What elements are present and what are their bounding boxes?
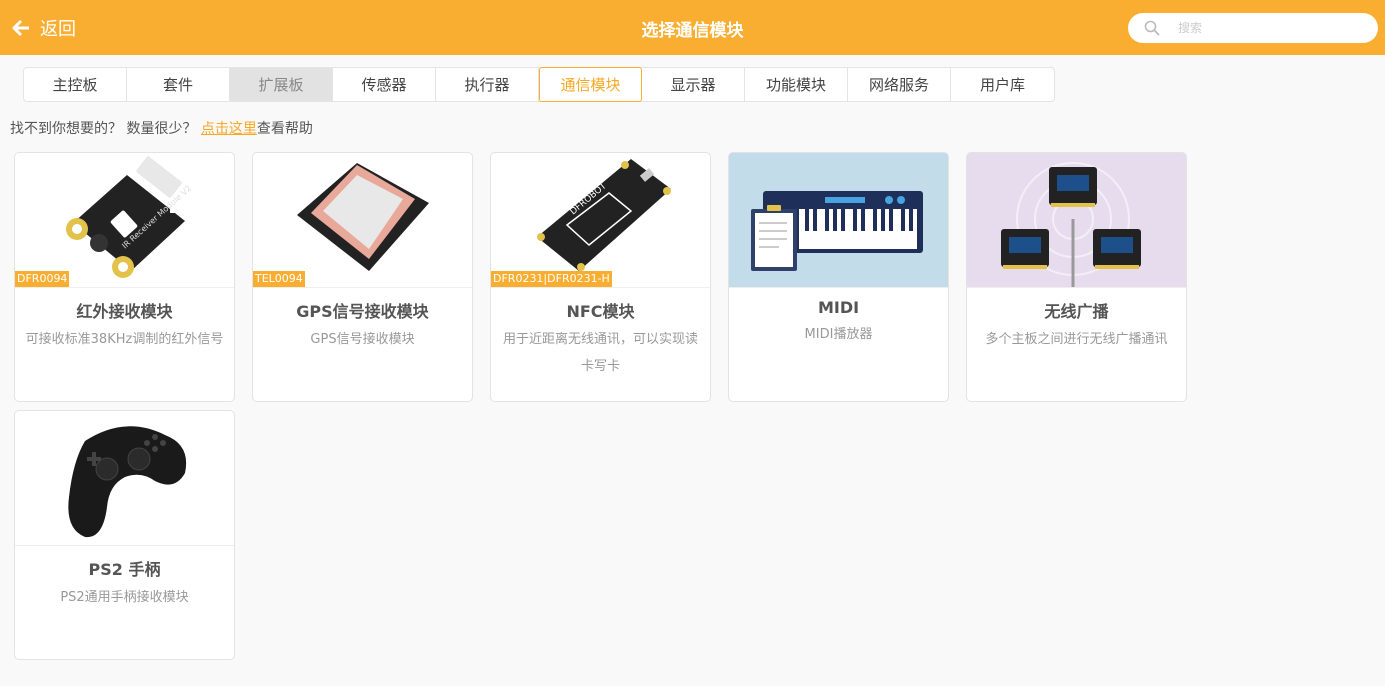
nfc-board-image: DFROBOT: [537, 159, 671, 271]
module-card-midi[interactable]: MIDI MIDI播放器: [728, 152, 949, 402]
module-card-wireless-broadcast[interactable]: 无线广播 多个主板之间进行无线广播通讯: [966, 152, 1187, 402]
wireless-broadcast-image: [967, 153, 1186, 287]
category-tabs: 主控板 套件 扩展板 传感器 执行器 通信模块 显示器 功能模块 网络服务 用户…: [23, 67, 1055, 102]
module-card-nfc[interactable]: DFROBOT DFR0231|DFR0231-H NFC模块 用于近距离无线通…: [490, 152, 711, 402]
hint-text: 找不到你想要的？ 数量很少？: [10, 121, 201, 137]
module-card-gps[interactable]: TEL0094 GPS信号接收模块 GPS信号接收模块: [252, 152, 473, 402]
module-card-ps2-gamepad[interactable]: PS2 手柄 PS2通用手柄接收模块: [14, 410, 235, 660]
tab-kit[interactable]: 套件: [127, 68, 230, 101]
tab-sensor[interactable]: 传感器: [333, 68, 436, 101]
top-bar: 返回 选择通信模块: [0, 0, 1385, 55]
sku-tag: TEL0094: [253, 271, 305, 287]
gamepad-image: [68, 426, 187, 538]
help-link[interactable]: 点击这里: [201, 121, 257, 137]
midi-keyboard-image: [729, 153, 948, 287]
module-name: PS2 手柄: [88, 560, 161, 579]
module-description: PS2通用手柄接收模块: [60, 590, 189, 605]
module-image: DFROBOT DFR0231|DFR0231-H: [491, 153, 710, 288]
tab-actuator[interactable]: 执行器: [436, 68, 539, 101]
module-description: MIDI播放器: [804, 327, 873, 342]
module-image: [729, 153, 948, 288]
search-icon: [1144, 20, 1160, 36]
tab-communication[interactable]: 通信模块: [539, 67, 642, 102]
module-name: 红外接收模块: [76, 302, 173, 321]
module-description: 多个主板之间进行无线广播通讯: [985, 332, 1168, 347]
module-name: GPS信号接收模块: [296, 302, 429, 321]
module-image: IR Receiver Module V2 DFR0094: [15, 153, 234, 288]
module-image: TEL0094: [253, 153, 472, 288]
hint-suffix: 查看帮助: [256, 121, 313, 137]
gps-antenna-image: [297, 163, 429, 271]
sku-tag: DFR0231|DFR0231-H: [491, 271, 612, 287]
module-description: GPS信号接收模块: [310, 332, 415, 347]
tab-expansion-board[interactable]: 扩展板: [230, 68, 333, 101]
module-image: [967, 153, 1186, 288]
search-input[interactable]: [1178, 21, 1368, 35]
tab-network-service[interactable]: 网络服务: [848, 68, 951, 101]
module-name: MIDI: [817, 298, 860, 317]
tab-function-module[interactable]: 功能模块: [745, 68, 848, 101]
module-name: NFC模块: [566, 302, 635, 321]
ir-receiver-board-image: IR Receiver Module V2: [66, 156, 193, 278]
help-hint: 找不到你想要的？ 数量很少？ 点击这里查看帮助: [10, 118, 313, 138]
module-description: 可接收标准38KHz调制的红外信号: [25, 332, 224, 347]
module-image: [15, 411, 234, 546]
search-box[interactable]: [1128, 13, 1378, 43]
tab-mainboard[interactable]: 主控板: [24, 68, 127, 101]
module-name: 无线广播: [1044, 302, 1109, 321]
tab-display[interactable]: 显示器: [642, 68, 745, 101]
tab-user-library[interactable]: 用户库: [951, 68, 1054, 101]
sku-tag: DFR0094: [15, 271, 70, 287]
module-card-ir-receiver[interactable]: IR Receiver Module V2 DFR0094 红外接收模块 可接收…: [14, 152, 235, 402]
module-description: 用于近距离无线通讯，可以实现读卡写卡: [502, 332, 698, 374]
